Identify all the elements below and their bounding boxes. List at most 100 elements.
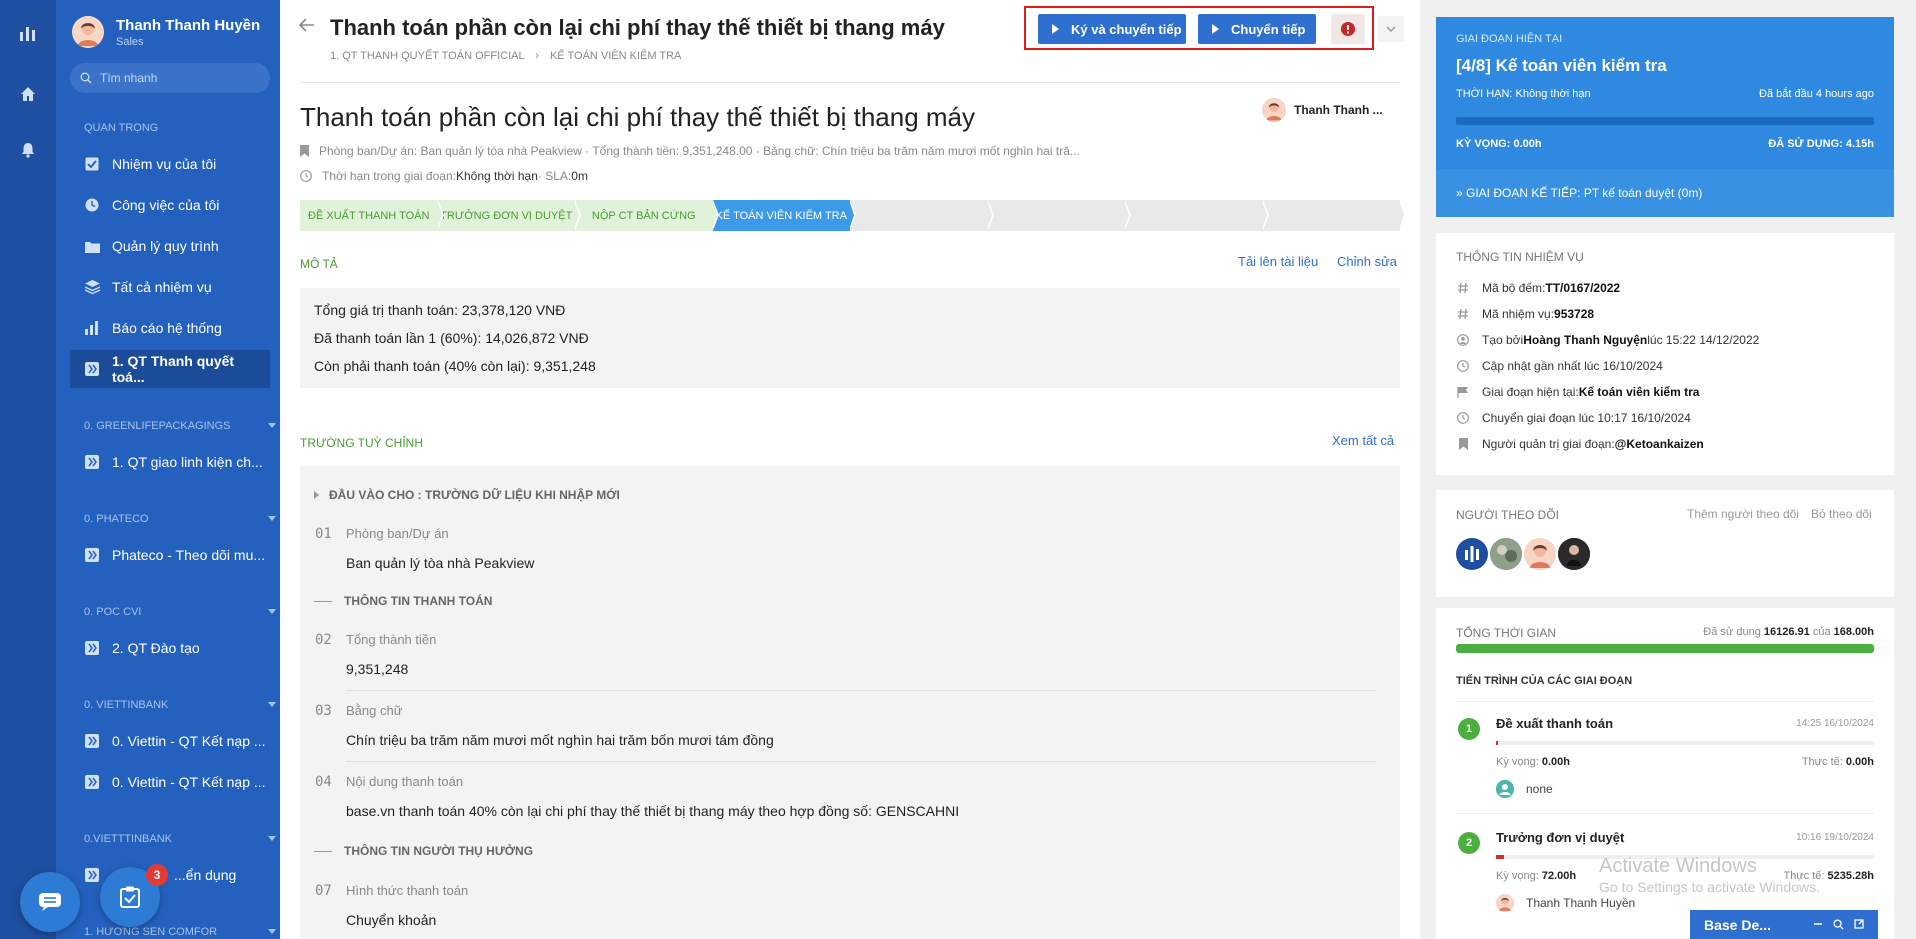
scrollbar[interactable] bbox=[1906, 0, 1916, 939]
follower-avatar[interactable] bbox=[1490, 538, 1522, 570]
expand-icon[interactable] bbox=[1854, 919, 1864, 929]
avatar bbox=[1262, 98, 1286, 122]
search-input[interactable]: Tìm nhanh bbox=[70, 63, 270, 93]
stage-step[interactable]: ĐỀ XUẤT THANH TOÁN bbox=[300, 200, 443, 231]
nav-all-tasks[interactable]: Tất cả nhiệm vụ bbox=[70, 268, 270, 306]
step-user: Thanh Thanh Huyền bbox=[1496, 894, 1635, 912]
field-value: Chín triệu ba trăm năm mươi mốt nghìn ha… bbox=[346, 732, 774, 748]
flag-icon bbox=[1456, 386, 1470, 398]
stage-step[interactable] bbox=[988, 200, 1131, 231]
clock-icon bbox=[84, 197, 100, 213]
base-chat-bar[interactable]: Base De... bbox=[1690, 910, 1878, 939]
step-user: none bbox=[1496, 780, 1553, 798]
back-arrow-icon[interactable] bbox=[298, 16, 316, 34]
info-task-id: Mã nhiệm vụ: 953728 bbox=[1456, 307, 1594, 321]
breadcrumb-process[interactable]: 1. QT THANH QUYẾT TOÁN OFFICIAL bbox=[330, 50, 524, 62]
field-value: Ban quản lý tòa nhà Peakview bbox=[346, 555, 535, 571]
nav-viettin-item-1[interactable]: 0. Viettin - QT Kết nạp ... bbox=[70, 722, 270, 760]
bell-icon[interactable] bbox=[0, 136, 56, 164]
hash-icon bbox=[1456, 308, 1470, 320]
avatar bbox=[72, 16, 104, 48]
next-stage[interactable]: » GIAI ĐOẠN KẾ TIẾP: PT kế toán duyệt (0… bbox=[1436, 169, 1894, 217]
nav-my-tasks[interactable]: Nhiệm vụ của tôi bbox=[70, 145, 270, 183]
section-huong-sen[interactable]: 1. HƯƠNG SEN COMFOR bbox=[84, 926, 276, 938]
upload-document-link[interactable]: Tải lên tài liệu bbox=[1238, 254, 1318, 269]
nav-greenlife-item[interactable]: 1. QT giao linh kiện ch... bbox=[70, 443, 270, 481]
nav-viettin-item-2[interactable]: 0. Viettin - QT Kết nạp ... bbox=[70, 763, 270, 801]
user-circle-icon bbox=[1456, 334, 1470, 346]
chat-button[interactable] bbox=[20, 872, 80, 932]
home-icon[interactable] bbox=[0, 80, 56, 108]
minimize-icon[interactable] bbox=[1813, 919, 1823, 929]
follower-avatar[interactable] bbox=[1524, 538, 1556, 570]
bookmark-icon bbox=[1456, 438, 1470, 450]
field-label: Bằng chữ bbox=[346, 703, 403, 718]
unfollow-link[interactable]: Bỏ theo dõi bbox=[1811, 507, 1872, 521]
description-title: MÔ TẢ bbox=[300, 257, 338, 271]
stage-deadline: THỜI HẠN: Không thời hạn bbox=[1456, 88, 1591, 100]
hash-icon bbox=[1456, 282, 1470, 294]
nav-my-work[interactable]: Công việc của tôi bbox=[70, 186, 270, 224]
more-options-button[interactable] bbox=[1378, 16, 1404, 42]
edit-link[interactable]: Chỉnh sửa bbox=[1337, 254, 1397, 269]
section-viettinbank[interactable]: 0. VIETTINBANK bbox=[84, 699, 276, 711]
report-issue-button[interactable] bbox=[1331, 14, 1365, 44]
task-info-card: THÔNG TIN NHIỆM VỤ Mã bộ đếm: TT/0167/20… bbox=[1436, 233, 1894, 475]
chat-icon bbox=[39, 893, 61, 911]
see-all-link[interactable]: Xem tất cả bbox=[1332, 433, 1394, 448]
section-vietttinbank[interactable]: 0.VIETTTINBANK bbox=[84, 833, 276, 845]
page-title: Thanh toán phần còn lại chi phí thay thế… bbox=[330, 15, 945, 40]
stage-step[interactable] bbox=[1263, 200, 1406, 231]
nav-poc-item[interactable]: 2. QT Đào tạo bbox=[70, 629, 270, 667]
search-placeholder: Tìm nhanh bbox=[100, 71, 158, 85]
stage-step[interactable] bbox=[1125, 200, 1268, 231]
info-created-by: Tạo bởi Hoàng Thanh Nguyện lúc 15:22 14/… bbox=[1456, 333, 1759, 347]
user-profile[interactable]: Thanh Thanh Huyền Sales bbox=[72, 16, 260, 48]
stage-used: ĐÃ SỬ DỤNG: 4.15h bbox=[1768, 138, 1874, 150]
clock-icon bbox=[300, 170, 312, 182]
logo-icon[interactable] bbox=[0, 20, 56, 48]
action-buttons-group: Ký và chuyển tiếp Chuyển tiếp bbox=[1024, 6, 1374, 50]
section-phateco[interactable]: 0. PHATECO bbox=[84, 513, 276, 525]
avatar bbox=[1496, 894, 1514, 912]
play-icon bbox=[1212, 24, 1219, 34]
play-icon bbox=[1052, 24, 1059, 34]
nav-tuyen-dung[interactable]: ...ển dụng bbox=[70, 856, 270, 894]
clock-icon bbox=[1456, 360, 1470, 372]
divider bbox=[346, 761, 1376, 762]
workflow-icon bbox=[84, 547, 100, 563]
field-number: 02 bbox=[315, 632, 332, 648]
add-follower-link[interactable]: Thêm người theo dõi bbox=[1687, 507, 1799, 521]
follower-avatar[interactable] bbox=[1558, 538, 1590, 570]
nav-label: Tất cả nhiệm vụ bbox=[112, 279, 212, 295]
nav-system-report[interactable]: Báo cáo hệ thống bbox=[70, 309, 270, 347]
follower-avatar[interactable] bbox=[1456, 538, 1488, 570]
chevron-down-icon bbox=[1386, 26, 1396, 32]
field-value: base.vn thanh toán 40% còn lại chi phí t… bbox=[346, 803, 960, 819]
search-icon[interactable] bbox=[1833, 919, 1844, 930]
info-current-stage: Giai đoạn hiện tại: Kế toán viên kiểm tr… bbox=[1456, 385, 1699, 399]
sign-and-forward-button[interactable]: Ký và chuyển tiếp bbox=[1038, 14, 1186, 44]
nav-phateco-item[interactable]: Phateco - Theo dõi mu... bbox=[70, 536, 270, 574]
stage-step[interactable]: TRƯỞNG ĐƠN VỊ DUYỆT bbox=[437, 200, 581, 231]
breadcrumb-stage[interactable]: KẾ TOÁN VIÊN KIỂM TRA bbox=[550, 50, 681, 62]
field-group-input[interactable]: ĐẦU VÀO CHO : TRƯỜNG DỮ LIỆU KHI NHẬP MỚ… bbox=[314, 488, 620, 502]
total-time-used: Đã sử dụng 16126.91 của 168.00h bbox=[1703, 626, 1874, 638]
caret-down-icon bbox=[268, 702, 276, 707]
user-icon bbox=[1496, 780, 1514, 798]
nav-process-management[interactable]: Quản lý quy trình bbox=[70, 227, 270, 265]
forward-button[interactable]: Chuyển tiếp bbox=[1198, 14, 1316, 44]
user-name: Thanh Thanh Huyền bbox=[116, 16, 261, 34]
nav-label: Nhiệm vụ của tôi bbox=[112, 156, 217, 172]
divider bbox=[1456, 813, 1874, 814]
workflow-icon bbox=[84, 361, 100, 377]
section-greenlife[interactable]: 0. GREENLIFEPACKAGINGS bbox=[84, 420, 276, 432]
stage-step[interactable] bbox=[850, 200, 993, 231]
nav-qt-thanh-quyet-toan[interactable]: 1. QT Thanh quyết toá... bbox=[70, 350, 270, 388]
total-time-title: TỔNG THỜI GIAN bbox=[1456, 626, 1557, 640]
section-poc-cvi[interactable]: 0. POC CVI bbox=[84, 606, 276, 618]
stage-step[interactable]: NỘP CT BẢN CỨNG bbox=[575, 200, 718, 231]
stage-step-current[interactable]: KẾ TOÁN VIÊN KIỂM TRA bbox=[712, 200, 856, 231]
field-number: 07 bbox=[315, 883, 332, 899]
assignee[interactable]: Thanh Thanh ... bbox=[1262, 98, 1383, 122]
